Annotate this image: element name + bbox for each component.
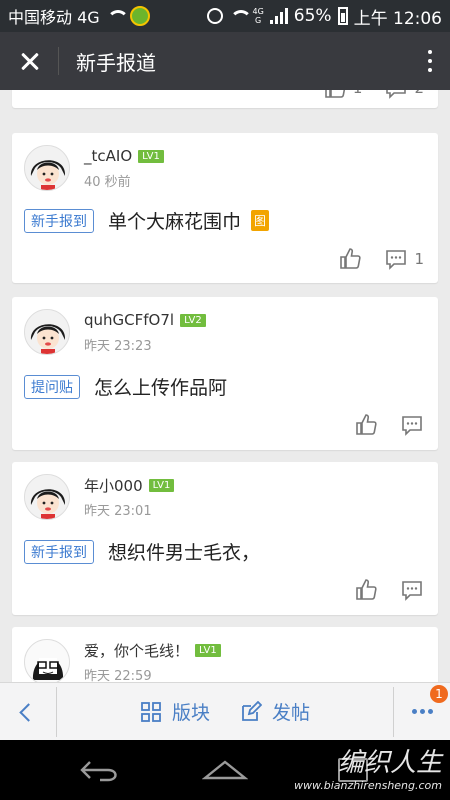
thumbs-up-icon [325, 90, 345, 98]
post-time: 昨天 22:59 [84, 669, 152, 682]
comment-icon [386, 90, 407, 99]
image-badge: 图 [251, 210, 270, 231]
username[interactable]: _tcAIO [84, 147, 132, 165]
bottom-toolbar: 版块 发帖 1 [0, 682, 450, 740]
thumbs-up-icon [340, 248, 362, 269]
grid-icon [140, 701, 162, 723]
category-tag[interactable]: 新手报到 [24, 539, 94, 564]
network-type-label: 4G G [252, 7, 264, 25]
nav-back-icon[interactable] [78, 758, 122, 782]
category-tag[interactable]: 提问贴 [24, 374, 80, 399]
new-post-button[interactable]: 发帖 [240, 698, 310, 725]
username[interactable]: quhGCFfO7l [84, 311, 174, 329]
comment-count: 1 [414, 250, 424, 268]
comment-button[interactable]: 2 [384, 90, 424, 100]
like-count: 1 [353, 90, 363, 97]
post-title[interactable]: 单个大麻花围巾 [108, 207, 241, 234]
forum-blocks-label: 版块 [171, 702, 210, 724]
level-badge: LV1 [138, 149, 164, 163]
comment-count: 2 [414, 90, 424, 97]
username[interactable]: 年小000 [84, 475, 143, 496]
comment-icon [386, 250, 407, 270]
like-button[interactable] [338, 247, 362, 271]
system-nav-bar: 编织人生 www.bianzhirensheng.com [0, 740, 450, 800]
avatar[interactable] [24, 309, 70, 355]
like-button[interactable] [354, 413, 378, 437]
post-time: 昨天 23:23 [84, 339, 152, 354]
post-card[interactable]: 年小000 LV1 昨天 23:01 新手报到 想织件男士毛衣， [12, 462, 438, 615]
wifi-icon [106, 9, 129, 23]
watermark: 编织人生 www.bianzhirensheng.com [294, 742, 442, 792]
nav-home-icon[interactable] [202, 758, 248, 782]
post-feed[interactable]: 1 2 _tcAIO LV1 40 秒前 新手报到 单个大麻花围巾 [0, 90, 450, 682]
page-title: 新手报道 [76, 50, 156, 75]
watermark-url: www.bianzhirensheng.com [293, 779, 442, 792]
like-button[interactable]: 1 [323, 90, 363, 100]
post-title[interactable]: 想织件男士毛衣， [108, 538, 260, 565]
avatar[interactable] [24, 474, 70, 520]
new-post-label: 发帖 [272, 702, 311, 724]
post-time: 40 秒前 [84, 175, 131, 190]
level-badge: LV1 [148, 478, 175, 492]
notification-badge: 1 [430, 684, 448, 703]
username[interactable]: 爱，你个毛线！ [84, 640, 189, 661]
battery-percent: 65% [293, 6, 332, 26]
thumbs-up-icon [356, 579, 377, 600]
post-card[interactable]: quhGCFfO7l LV2 昨天 23:23 提问贴 怎么上传作品阿 [12, 297, 438, 450]
comment-button[interactable] [400, 578, 424, 602]
alarm-icon [206, 8, 223, 24]
like-button[interactable] [354, 578, 378, 602]
post-card-partial[interactable]: 1 2 [12, 90, 438, 108]
category-tag[interactable]: 新手报到 [24, 208, 94, 233]
edit-icon [240, 700, 262, 723]
level-badge: LV2 [180, 313, 206, 327]
post-title[interactable]: 怎么上传作品阿 [94, 373, 227, 400]
watermark-text: 编织人生 [337, 748, 442, 778]
comment-icon [402, 581, 422, 601]
forum-blocks-button[interactable]: 版块 [140, 698, 210, 725]
battery-icon [337, 7, 348, 25]
post-card[interactable]: _tcAIO LV1 40 秒前 新手报到 单个大麻花围巾 图 1 [12, 133, 438, 283]
more-menu-icon[interactable] [410, 32, 450, 90]
comment-icon [402, 416, 422, 436]
app-notification-icon [129, 6, 150, 26]
avatar[interactable] [24, 145, 70, 191]
back-arrow-icon[interactable] [0, 683, 56, 741]
wifi-signal-icon [229, 9, 252, 23]
more-options-button[interactable]: 1 [394, 683, 450, 741]
level-badge: LV1 [195, 643, 221, 657]
comment-button[interactable] [400, 413, 424, 437]
post-card[interactable]: 爱，你个毛线！ LV1 昨天 22:59 [12, 627, 438, 682]
comment-button[interactable]: 1 [384, 247, 424, 271]
title-bar: 新手报道 [0, 32, 450, 90]
avatar[interactable] [24, 639, 70, 682]
status-bar: 中国移动 4G 4G G 65% 上午 12:06 [0, 0, 450, 32]
carrier-label: 中国移动 4G [8, 8, 100, 27]
clock: 上午 12:06 [353, 8, 442, 29]
thumbs-up-icon [356, 414, 377, 435]
signal-icon [269, 8, 288, 24]
close-icon[interactable] [0, 32, 58, 90]
title-divider [58, 47, 59, 75]
post-time: 昨天 23:01 [84, 504, 152, 519]
